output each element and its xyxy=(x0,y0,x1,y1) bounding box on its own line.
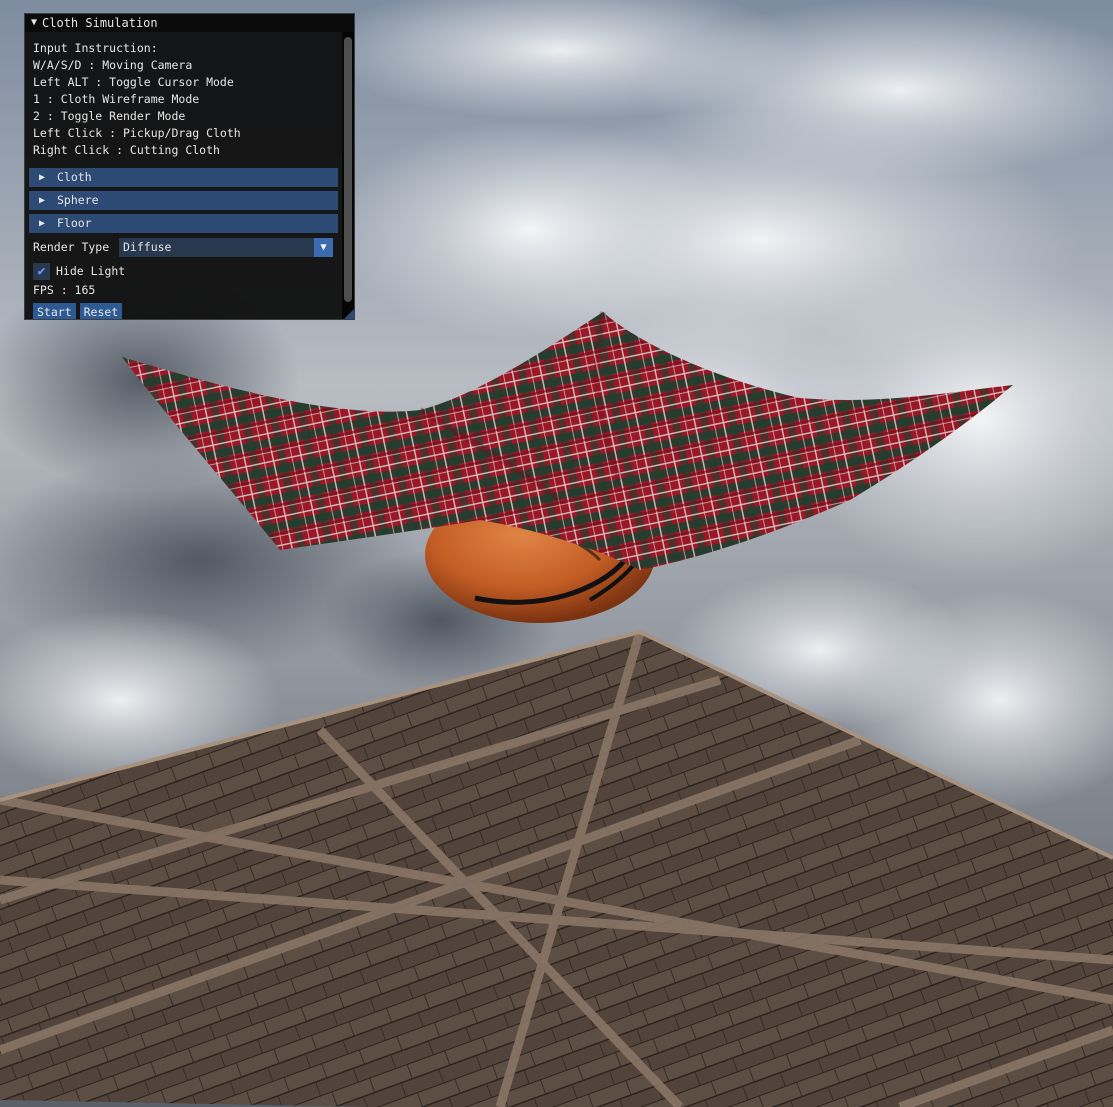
render-type-combo[interactable]: Diffuse ▼ xyxy=(119,237,333,257)
instruction-line: Left Click : Pickup/Drag Cloth xyxy=(33,126,241,140)
render-type-row: Render Type Diffuse ▼ xyxy=(33,237,342,257)
cloth-simulation-window[interactable]: ▼ Cloth Simulation Input Instruction: W/… xyxy=(24,13,355,320)
header-label: Sphere xyxy=(57,193,99,207)
header-cloth[interactable]: ▶ Cloth xyxy=(29,168,338,187)
instruction-line: 1 : Cloth Wireframe Mode xyxy=(33,92,200,106)
instruction-heading: Input Instruction: xyxy=(33,41,158,55)
header-label: Floor xyxy=(57,216,92,230)
render-type-value: Diffuse xyxy=(123,239,172,254)
instruction-line: Left ALT : Toggle Cursor Mode xyxy=(33,75,234,89)
instruction-line: 2 : Toggle Render Mode xyxy=(33,109,186,123)
window-title-bar[interactable]: ▼ Cloth Simulation xyxy=(25,14,354,32)
checkmark-icon: ✔ xyxy=(37,263,46,279)
header-label: Cloth xyxy=(57,170,92,184)
render-type-label: Render Type xyxy=(33,240,110,254)
hide-light-row: ✔ Hide Light xyxy=(33,260,342,282)
triangle-down-icon[interactable]: ▼ xyxy=(314,237,333,257)
triangle-down-icon[interactable]: ▼ xyxy=(31,14,37,32)
reset-button[interactable]: Reset xyxy=(79,303,123,319)
hide-light-label: Hide Light xyxy=(56,264,126,278)
header-sphere[interactable]: ▶ Sphere xyxy=(29,191,338,210)
resize-grip[interactable] xyxy=(344,309,354,319)
start-button[interactable]: Start xyxy=(33,303,76,319)
window-title: Cloth Simulation xyxy=(42,16,158,30)
instruction-line: W/A/S/D : Moving Camera xyxy=(33,58,193,72)
triangle-right-icon: ▶ xyxy=(39,218,46,229)
fps-counter: FPS : 165 xyxy=(33,283,96,297)
triangle-right-icon: ▶ xyxy=(39,172,46,183)
hide-light-checkbox[interactable]: ✔ xyxy=(33,262,50,280)
window-scrollbar[interactable] xyxy=(342,32,354,319)
header-floor[interactable]: ▶ Floor xyxy=(29,214,338,233)
window-content: Input Instruction: W/A/S/D : Moving Came… xyxy=(25,32,342,319)
scrollbar-grab[interactable] xyxy=(344,37,352,302)
instruction-line: Right Click : Cutting Cloth xyxy=(33,143,220,157)
triangle-right-icon: ▶ xyxy=(39,195,46,206)
button-row: Start Reset xyxy=(33,303,342,319)
